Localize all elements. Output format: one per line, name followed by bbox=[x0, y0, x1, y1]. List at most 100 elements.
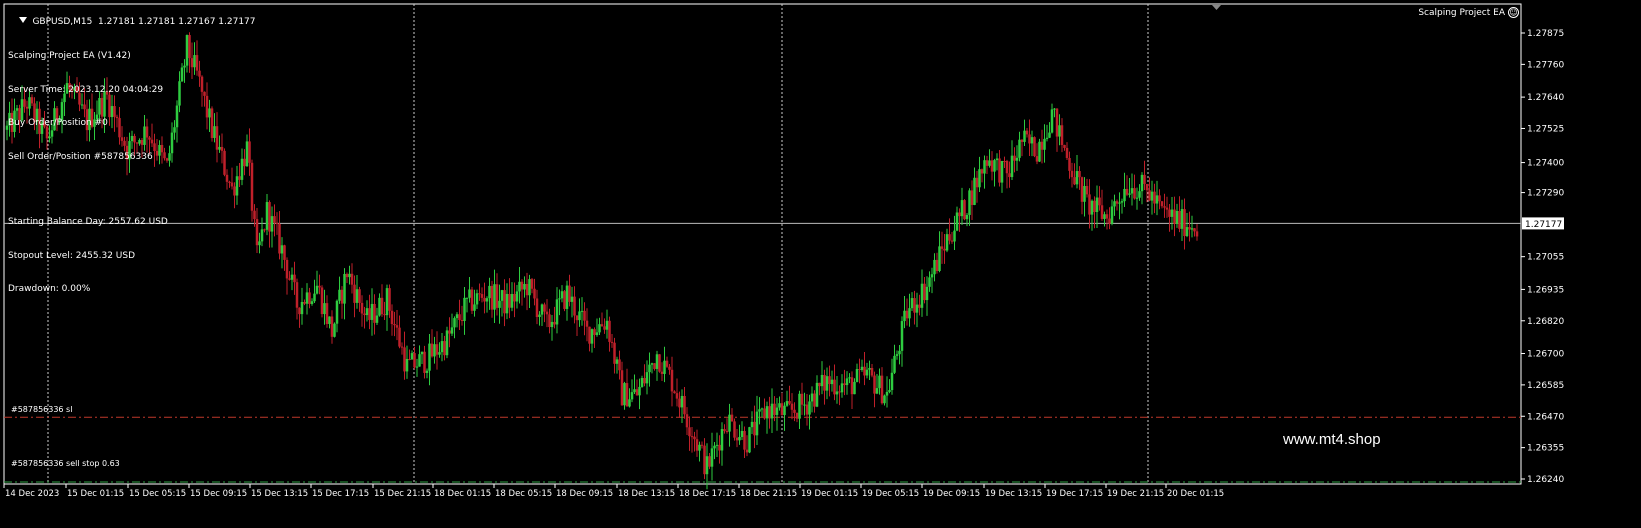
candle-body bbox=[703, 445, 706, 475]
candle-body bbox=[645, 372, 649, 384]
candle-body bbox=[253, 210, 256, 220]
candle-body bbox=[860, 366, 864, 370]
candle-body bbox=[1180, 209, 1184, 229]
candle-body bbox=[1063, 144, 1066, 148]
candle-body bbox=[825, 376, 829, 391]
candle-body bbox=[948, 234, 951, 241]
candle-body bbox=[208, 108, 211, 118]
candle-body bbox=[1168, 209, 1171, 217]
candle-body bbox=[750, 421, 754, 428]
candle-body bbox=[643, 378, 646, 384]
candle-body bbox=[220, 146, 224, 151]
candle-body bbox=[268, 202, 271, 232]
candle-body bbox=[243, 158, 246, 167]
candle-body bbox=[928, 277, 931, 287]
candle-body bbox=[455, 314, 459, 319]
candle-body bbox=[528, 279, 531, 296]
price-tick-label: 1.27760 bbox=[1527, 60, 1564, 70]
candle-body bbox=[958, 212, 961, 217]
candle-body bbox=[1048, 132, 1051, 138]
candle-body bbox=[1188, 227, 1191, 230]
candle-body bbox=[795, 412, 799, 419]
candle-body bbox=[443, 341, 446, 356]
candle-body bbox=[465, 297, 469, 299]
candle-body bbox=[280, 245, 284, 254]
candle-body bbox=[660, 371, 664, 374]
candle-body bbox=[1070, 170, 1074, 178]
candle-body bbox=[535, 298, 539, 318]
price-chart[interactable]: 1.27875 1.27760 1.27640 1.27525 1.27400 1.272… bbox=[0, 0, 1641, 528]
candle-body bbox=[318, 285, 321, 288]
candle-body bbox=[993, 160, 996, 172]
candle-body bbox=[933, 259, 936, 275]
candle-body bbox=[1133, 188, 1136, 199]
candle-body bbox=[598, 324, 601, 333]
candle-body bbox=[458, 314, 461, 321]
candle-body bbox=[593, 329, 596, 335]
candle-body bbox=[680, 395, 684, 408]
candle-body bbox=[420, 351, 424, 355]
candle-body bbox=[710, 448, 714, 467]
candle-body bbox=[345, 273, 349, 278]
candle-body bbox=[393, 324, 396, 326]
candle-body bbox=[255, 219, 259, 246]
candle-body bbox=[1123, 188, 1126, 202]
candle-body bbox=[475, 293, 479, 305]
candle-body bbox=[525, 283, 529, 296]
candle-body bbox=[580, 310, 584, 312]
candle-body bbox=[1173, 209, 1176, 224]
candle-body bbox=[995, 158, 999, 161]
candle-body bbox=[538, 314, 541, 318]
candle-body bbox=[168, 153, 171, 161]
candle-body bbox=[1015, 157, 1019, 161]
candle-body bbox=[378, 297, 381, 316]
candle-body bbox=[665, 360, 669, 367]
candle-body bbox=[360, 302, 364, 314]
candle-body bbox=[435, 344, 439, 355]
candle-body bbox=[655, 354, 659, 369]
candle-body bbox=[198, 70, 201, 77]
chart-window[interactable]: 1.27875 1.27760 1.27640 1.27525 1.27400 1.272… bbox=[0, 0, 1641, 528]
candle-body bbox=[620, 370, 624, 406]
candle-body bbox=[838, 391, 841, 393]
candle-body bbox=[323, 303, 326, 315]
candle-body bbox=[1165, 207, 1169, 210]
candle-body bbox=[653, 363, 656, 369]
candle-body bbox=[635, 389, 639, 396]
candle-body bbox=[495, 284, 499, 308]
candle-body bbox=[233, 186, 236, 196]
candle-body bbox=[955, 212, 959, 231]
candle-body bbox=[870, 368, 874, 376]
candle-body bbox=[708, 456, 711, 467]
candle-body bbox=[490, 285, 494, 310]
candle-body bbox=[843, 383, 846, 386]
server-time: Server Time: 2023.12.20 04:04:29 bbox=[8, 84, 164, 95]
candle-body bbox=[313, 293, 316, 302]
candle-body bbox=[1130, 188, 1134, 194]
candle-body bbox=[265, 202, 269, 230]
candle-body bbox=[685, 414, 689, 428]
ea-title: Scalping Project EA (V1.42) bbox=[8, 51, 131, 61]
candle-body bbox=[293, 274, 296, 283]
candle-body bbox=[850, 377, 854, 395]
candle-body bbox=[545, 311, 549, 315]
candle-body bbox=[630, 392, 634, 400]
candle-body bbox=[625, 383, 629, 407]
candle-body bbox=[1175, 210, 1179, 224]
candle-body bbox=[483, 297, 486, 302]
candle-body bbox=[858, 369, 861, 371]
candle-body bbox=[793, 409, 796, 413]
candle-body bbox=[1178, 210, 1181, 229]
candle-body bbox=[213, 126, 216, 138]
candle-body bbox=[433, 344, 436, 357]
candle-body bbox=[1195, 231, 1199, 237]
candle-body bbox=[778, 403, 781, 408]
dropdown-triangle-icon[interactable] bbox=[19, 17, 28, 23]
smiley-icon[interactable]: ☺ bbox=[1508, 7, 1519, 18]
candle-body bbox=[920, 283, 924, 308]
candle-body bbox=[965, 214, 969, 220]
candle-body bbox=[1143, 174, 1146, 184]
candle-body bbox=[695, 439, 699, 451]
candle-body bbox=[363, 313, 366, 316]
candle-body bbox=[688, 427, 691, 437]
